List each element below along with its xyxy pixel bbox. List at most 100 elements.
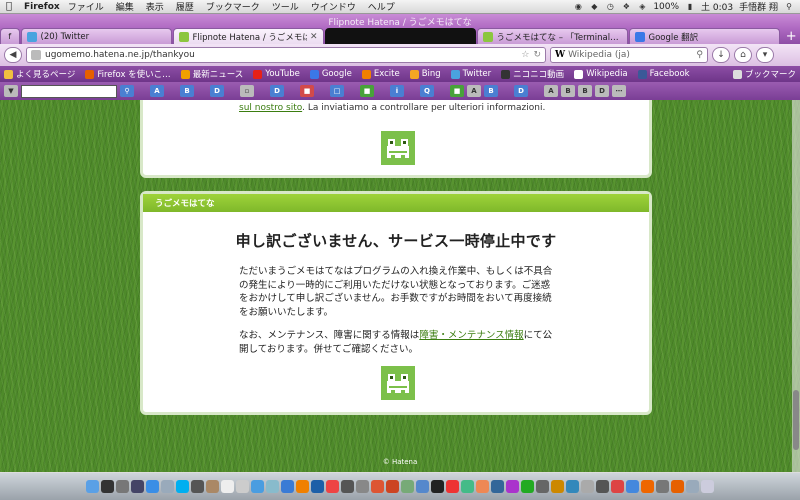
mail-icon[interactable] — [161, 480, 174, 493]
bookmark-google[interactable]: Google — [309, 69, 352, 79]
battery-percent[interactable]: 100% — [653, 2, 679, 12]
home-icon[interactable]: ⌂ — [734, 47, 752, 63]
mission-control-icon[interactable] — [131, 480, 144, 493]
dashboard-icon[interactable] — [101, 480, 114, 493]
site-identity-icon[interactable] — [31, 50, 41, 60]
addon-q-button[interactable]: Q — [420, 85, 434, 97]
menu-history[interactable]: 履歴 — [176, 0, 194, 13]
preview-icon[interactable] — [236, 480, 249, 493]
bluetooth-icon[interactable]: ❖ — [621, 2, 631, 12]
menu-tools[interactable]: ツール — [272, 0, 299, 13]
app-icon[interactable] — [386, 480, 399, 493]
app-icon[interactable] — [401, 480, 414, 493]
iphoto-icon[interactable] — [266, 480, 279, 493]
tab-redacted[interactable] — [324, 28, 476, 44]
app-icon[interactable] — [581, 480, 594, 493]
addon-d-button[interactable]: D — [210, 85, 224, 97]
app-icon[interactable] — [611, 480, 624, 493]
bookmark-youtube[interactable]: YouTube — [253, 69, 300, 79]
bookmark-wikipedia[interactable]: Wikipedia — [574, 69, 628, 79]
addon-b-outline-button[interactable]: B — [561, 85, 575, 97]
addon-a-outline-button[interactable]: A — [544, 85, 558, 97]
maintenance-info-link[interactable]: 障害・メンテナンス情報 — [419, 330, 523, 341]
bookmark-niconico[interactable]: ニコニコ動画 — [501, 68, 564, 80]
scrollbar-thumb[interactable] — [793, 390, 799, 450]
tab-ugomemo-terminal[interactable]: うごメモはてな – 「Terminal… — [476, 28, 628, 44]
addon-green-icon[interactable]: ■ — [360, 85, 374, 97]
url-text[interactable]: ugomemo.hatena.ne.jp/thankyou — [45, 50, 517, 60]
app-store-icon[interactable] — [281, 480, 294, 493]
site-link[interactable]: sul nostro sito — [239, 103, 302, 113]
reload-icon[interactable]: ↻ — [533, 50, 541, 60]
addon-toggle-icon[interactable]: ▼ — [4, 85, 18, 97]
wifi-icon[interactable]: ◈ — [637, 2, 647, 12]
app-icon[interactable] — [506, 480, 519, 493]
trash-icon[interactable] — [701, 480, 714, 493]
addon-window-icon[interactable]: □ — [330, 85, 344, 97]
bookmark-excite[interactable]: Excite — [361, 69, 400, 79]
addon-more-button[interactable]: ⋯ — [612, 85, 626, 97]
evernote-icon[interactable]: ◉ — [573, 2, 583, 12]
tab-twitter[interactable]: (20) Twitter — [20, 28, 172, 44]
back-button[interactable]: ◀ — [4, 47, 22, 63]
tab-flipnote-hatena[interactable]: Flipnote Hatena / うごメモは… ✕ — [172, 28, 324, 44]
safari-icon[interactable] — [146, 480, 159, 493]
download-icon[interactable]: ↓ — [712, 47, 730, 63]
tab-google-translate[interactable]: Google 翻訳 — [628, 28, 780, 44]
calendar-icon[interactable] — [221, 480, 234, 493]
itunes-icon[interactable] — [251, 480, 264, 493]
menu-bookmarks[interactable]: ブックマーク — [206, 0, 260, 13]
addon-search-icon[interactable]: ⚲ — [120, 85, 134, 97]
bookmark-bing[interactable]: Bing — [409, 69, 441, 79]
bookmark-latest-news[interactable]: 最新ニュース — [180, 68, 243, 80]
app-icon[interactable] — [551, 480, 564, 493]
photoshop-icon[interactable] — [311, 480, 324, 493]
bookmark-twitter[interactable]: Twitter — [450, 69, 491, 79]
close-tab-icon[interactable]: ✕ — [310, 32, 318, 42]
menubar-user[interactable]: 手悟群 翔 — [739, 0, 778, 13]
app-icon[interactable] — [431, 480, 444, 493]
addon-a-button[interactable]: A — [150, 85, 164, 97]
bookmark-facebook[interactable]: Facebook — [637, 69, 690, 79]
addon-d3-button[interactable]: D — [514, 85, 528, 97]
app-icon[interactable] — [521, 480, 534, 493]
app-icon[interactable] — [626, 480, 639, 493]
bookmark-firefox-guide[interactable]: Firefox を使いこ… — [85, 68, 171, 80]
app-icon[interactable] — [326, 480, 339, 493]
skype-icon[interactable] — [176, 480, 189, 493]
addon-font-size-icon[interactable]: A — [467, 85, 481, 97]
page-scrollbar[interactable] — [792, 100, 800, 472]
addon-b3-outline-button[interactable]: B — [578, 85, 592, 97]
search-bar[interactable]: W Wikipedia (ja) ⚲ — [550, 47, 708, 63]
app-menu-firefox[interactable]: Firefox — [24, 2, 60, 12]
bookmarks-menu-button[interactable]: ブックマーク — [732, 68, 796, 80]
app-icon[interactable] — [656, 480, 669, 493]
bookmark-most-visited[interactable]: よく見るページ — [4, 68, 75, 80]
facetime-icon[interactable] — [191, 480, 204, 493]
app-icon[interactable] — [536, 480, 549, 493]
app-icon[interactable] — [476, 480, 489, 493]
addon-d2-button[interactable]: D — [270, 85, 284, 97]
app-icon[interactable] — [566, 480, 579, 493]
app-icon[interactable] — [491, 480, 504, 493]
app-icon[interactable] — [596, 480, 609, 493]
apple-menu-icon[interactable]:  — [6, 1, 18, 12]
app-icon[interactable] — [641, 480, 654, 493]
bookmark-star-icon[interactable]: ☆ — [521, 50, 529, 60]
app-icon[interactable] — [356, 480, 369, 493]
addon-menu-icon[interactable]: ▾ — [756, 47, 774, 63]
app-icon[interactable] — [416, 480, 429, 493]
finder-icon[interactable] — [86, 480, 99, 493]
new-tab-button[interactable]: + — [783, 28, 800, 44]
firefox-icon[interactable] — [671, 480, 684, 493]
addon-page-icon[interactable]: ▫ — [240, 85, 254, 97]
addon-b2-button[interactable]: B — [484, 85, 498, 97]
menu-view[interactable]: 表示 — [146, 0, 164, 13]
search-icon[interactable]: ⚲ — [696, 50, 703, 60]
dropbox-icon[interactable]: ◆ — [589, 2, 599, 12]
menu-edit[interactable]: 編集 — [116, 0, 134, 13]
time-machine-icon[interactable]: ◷ — [605, 2, 615, 12]
search-engine-icon[interactable]: W — [555, 50, 565, 60]
addon-red-icon[interactable]: ■ — [300, 85, 314, 97]
menu-window[interactable]: ウインドウ — [311, 0, 356, 13]
